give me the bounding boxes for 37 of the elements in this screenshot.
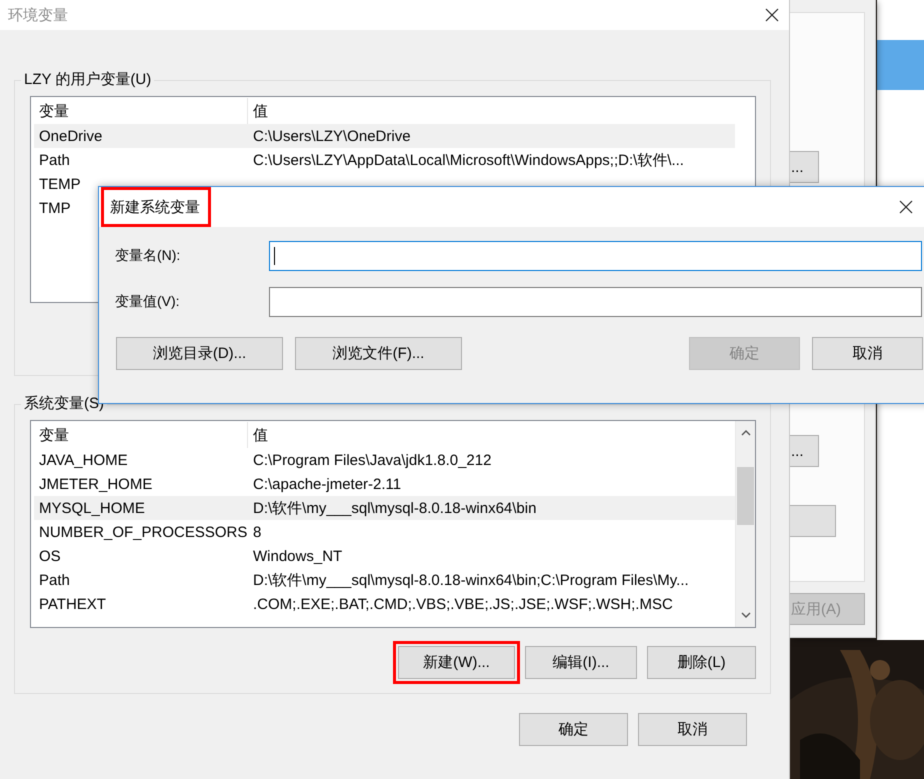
group-label: LZY 的用户变量(U) [21,71,154,89]
variable-value: C:\apache-jmeter-2.11 [253,476,402,492]
action-button[interactable]: 删除(L) [647,646,756,679]
variable-name: NUMBER_OF_PROCESSORS [39,524,248,540]
field-label: 变量值(V): [115,293,181,311]
field-label: 变量名(N): [115,247,182,265]
variable-name: Path [39,152,70,168]
dialog-button[interactable]: 浏览目录(D)... [116,337,283,370]
variable-value: C:\Users\LZY\OneDrive [253,128,411,144]
dialog-button[interactable]: ... [789,151,819,183]
action-button[interactable]: 编辑(I)... [525,646,637,679]
variable-row[interactable]: MYSQL_HOME D:\软件\my___sql\mysql-8.0.18-winx64\bin [34,496,735,520]
variable-name: Path [39,572,70,588]
variable-value: .COM;.EXE;.BAT;.CMD;.VBS;.VBE;.JS;.JSE;.WSF;.WSH;.MSC [253,596,673,612]
window-title: 环境变量 [8,6,68,24]
dialog-button[interactable]: 取消 [638,713,747,746]
variable-name: MYSQL_HOME [39,500,145,516]
variable-value: C:\Program Files\Java\jdk1.8.0_212 [253,452,492,468]
variable-name: PATHEXT [39,596,106,612]
variable-name: TMP [39,200,71,216]
dialog-title: 新建系统变量 [110,198,200,216]
variable-name: OneDrive [39,128,102,144]
dialog-button[interactable]: ... [789,435,819,467]
variable-name: OS [39,548,61,564]
dialog-button[interactable]: 取消 [812,337,923,370]
variable-value: Windows_NT [253,548,342,564]
dialog-button[interactable]: 浏览文件(F)... [295,337,462,370]
variable-name: JMETER_HOME [39,476,152,492]
variable-value: D:\软件\my___sql\mysql-8.0.18-winx64\bin [253,498,536,518]
variable-name: JAVA_HOME [39,452,128,468]
variable-value: 8 [253,524,262,540]
variable-value: D:\软件\my___sql\mysql-8.0.18-winx64\bin;C:\Program Files\My... [253,570,689,590]
variable-row[interactable]: OneDrive C:\Users\LZY\OneDrive [34,124,735,148]
variable-name: TEMP [39,176,81,192]
dialog-button[interactable]: 确定 [519,713,628,746]
variable-value: C:\Users\LZY\AppData\Local\Microsoft\WindowsApps;;D:\软件\... [253,150,684,170]
action-button[interactable]: 新建(W)... [398,646,515,679]
